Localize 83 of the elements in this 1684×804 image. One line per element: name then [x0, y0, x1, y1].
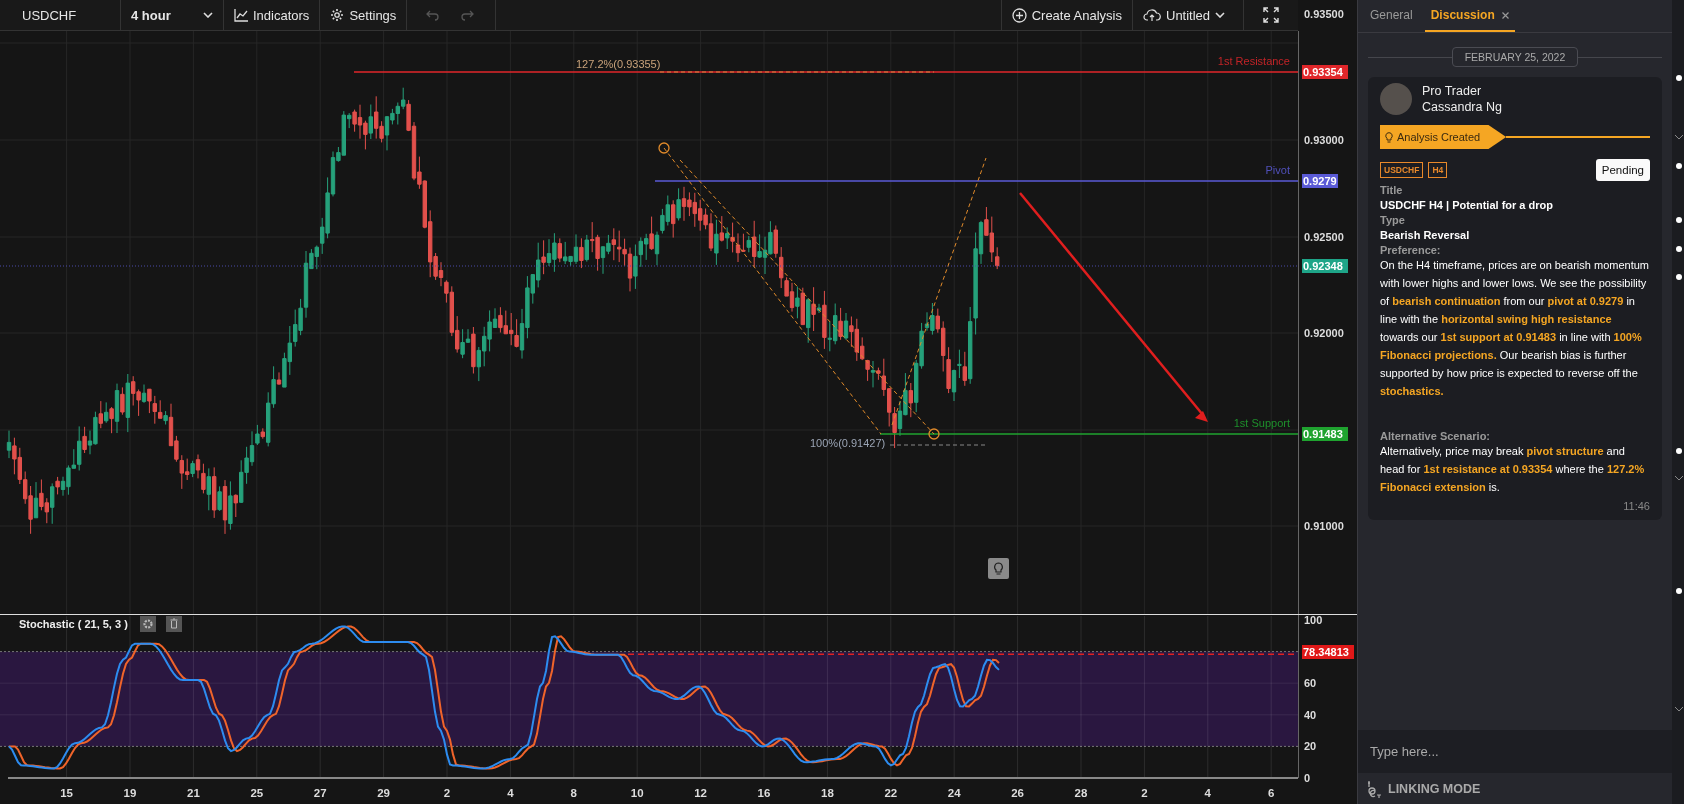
date-label: 2 [1141, 787, 1148, 799]
field-value: Bearish Reversal [1380, 229, 1471, 241]
caret-icon [1215, 12, 1226, 18]
date-label: 4 [1204, 787, 1211, 799]
author-name: Cassandra Ng [1422, 99, 1502, 115]
instrument-tag: USDCHF [1380, 162, 1424, 178]
fib-label: 127.2%(0.93355) [576, 58, 661, 70]
date-label: 4 [507, 787, 514, 799]
stochastic-tick-label: 20 [1304, 740, 1317, 752]
date-label: 6 [1268, 787, 1275, 799]
stochastic-tick-label: 40 [1304, 709, 1317, 721]
stochastic-tick-label: 100 [1304, 614, 1323, 626]
date-label: 28 [1074, 787, 1088, 799]
symbol-button[interactable]: USDCHF [0, 0, 121, 30]
author-role: Pro Trader [1422, 83, 1483, 99]
date-label: 27 [313, 787, 327, 799]
plus-circle-icon [1011, 7, 1027, 23]
date-label: 8 [570, 787, 577, 799]
close-icon[interactable] [1501, 11, 1509, 19]
date-label: 15 [60, 787, 73, 799]
date-label: 2 [443, 787, 451, 799]
stochastic-tick-label: 60 [1304, 677, 1317, 689]
price-tick-label: 0.91000 [1304, 520, 1344, 532]
analysis-text: On the H4 timeframe, prices are on bearish momentum with lower highs and lower lows. We see the possibility of bearish continuation from our pivot at 0.9279 in line with the horizontal swing high resistance towards our 1st support at 0.91483 in line with 100% Fibonacci projections. Our bearish bias is further supported by how price is expected to reverse off the stochastics. [1380, 258, 1650, 399]
price-tag: 0.91483 [1302, 427, 1348, 441]
undo-icon [425, 8, 442, 22]
stochastic-value-tag: 78.34813 [1302, 645, 1354, 659]
date-chip: FEBRUARY 25, 2022 [1451, 47, 1579, 67]
idea-button[interactable] [988, 558, 1009, 579]
panel-tab[interactable]: Discussion [1424, 0, 1515, 32]
field-label: Title [1380, 184, 1404, 196]
avatar-placeholder [1380, 83, 1412, 115]
date-label: 10 [630, 787, 644, 799]
field-value: USDCHF H4 | Potential for a drop [1380, 199, 1554, 211]
date-label: 26 [1011, 787, 1024, 799]
date-label: 25 [250, 787, 264, 799]
delete-button[interactable] [166, 616, 182, 632]
date-label: 12 [694, 787, 707, 799]
price-tick-label: 0.93000 [1304, 134, 1344, 146]
timeframe-dropdown[interactable]: 4 hour [121, 0, 224, 30]
date-label: 16 [757, 787, 771, 799]
date-label: 18 [821, 787, 834, 799]
lightbulb-icon [1385, 131, 1393, 143]
price-tag: 0.92348 [1302, 259, 1348, 273]
create-analysis-button[interactable]: Create Analysis [1000, 0, 1133, 30]
message-input[interactable]: Type here... [1358, 730, 1672, 773]
date-label: 21 [187, 787, 200, 799]
indicator-title: Stochastic ( 21, 5, 3 ) [19, 618, 128, 630]
price-level-label: 1st Resistance [1217, 55, 1290, 67]
indicator-settings-button[interactable] [140, 616, 156, 632]
price-level-label: 1st Support [1233, 417, 1290, 429]
indicators-button[interactable]: Indicators [224, 0, 321, 30]
date-label: 19 [123, 787, 137, 799]
settings-icon [330, 8, 345, 22]
settings-button[interactable]: Settings [320, 0, 408, 30]
field-label: Alternative Scenario: [1380, 430, 1492, 442]
price-tag: 0.9279 [1302, 174, 1338, 188]
linking-mode-label: LINKING MODE [1388, 781, 1481, 796]
price-level-label: Pivot [1265, 164, 1290, 176]
stochastic-tick-label: 0 [1304, 772, 1311, 784]
chart-line-icon [234, 8, 248, 22]
cloud-upload-icon [1143, 8, 1161, 22]
price-tick-label: 0.92000 [1304, 327, 1344, 339]
redo-icon [459, 8, 476, 22]
status-button[interactable]: Pending [1595, 159, 1650, 181]
price-tick-label: 0.92500 [1304, 231, 1344, 243]
caret-icon [203, 12, 213, 18]
date-label: 24 [947, 787, 961, 799]
expand-icon [1263, 7, 1279, 23]
field-label: Type [1380, 214, 1406, 226]
link-icon [1366, 779, 1382, 798]
instrument-tag: H4 [1428, 162, 1448, 178]
fib-label: 100%(0.91427) [810, 437, 886, 449]
analysis-text: Alternatively, price may break pivot structure and head for 1st resistance at 0.93354 where the 127.2% Fibonacci extension is. [1380, 444, 1646, 495]
panel-tab[interactable]: General [1364, 0, 1419, 32]
field-label: Preference: [1380, 244, 1442, 256]
layout-dropdown[interactable]: Untitled [1133, 0, 1244, 30]
price-tag: 0.93354 [1302, 65, 1348, 79]
date-label: 22 [884, 787, 898, 799]
message-time: 11:46 [1622, 500, 1650, 512]
status-label: Analysis Created [1397, 131, 1481, 143]
date-label: 29 [377, 787, 390, 799]
price-tick-label: 0.93500 [1304, 8, 1344, 20]
